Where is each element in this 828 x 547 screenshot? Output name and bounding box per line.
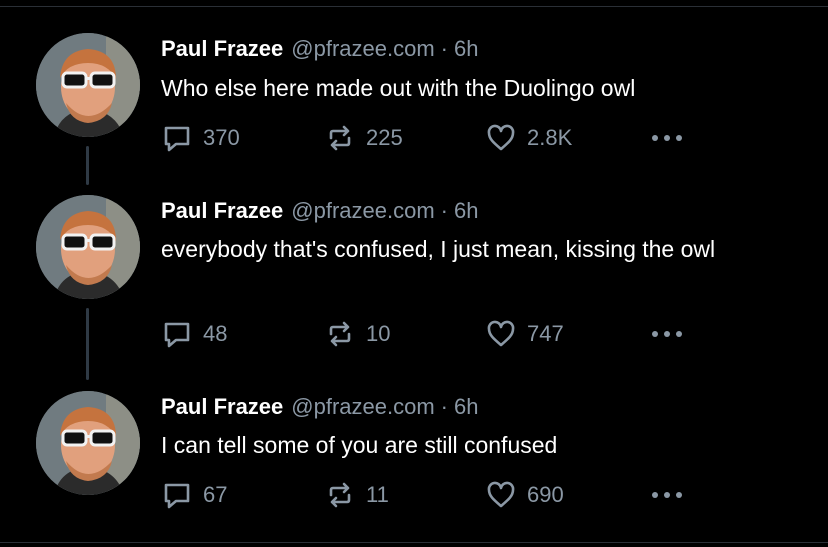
like-button[interactable]: 2.8K: [485, 122, 572, 154]
thread-line: [86, 308, 89, 380]
repost-icon: [329, 482, 351, 508]
thread-line: [86, 146, 89, 185]
heart-icon: [487, 481, 515, 508]
author-handle[interactable]: @pfrazee.com: [291, 36, 434, 61]
author-name[interactable]: Paul Frazee: [161, 394, 283, 419]
repost-count: 11: [366, 482, 389, 507]
reply-count: 67: [203, 482, 228, 507]
more-button[interactable]: [649, 479, 685, 511]
action-bar: 48 10 747: [161, 318, 721, 350]
repost-icon: [329, 321, 351, 347]
like-button[interactable]: 747: [485, 318, 564, 350]
reply-icon: [164, 483, 190, 509]
author-handle[interactable]: @pfrazee.com: [291, 198, 434, 223]
post-text: Who else here made out with the Duolingo…: [161, 75, 636, 101]
reply-count: 48: [203, 321, 228, 346]
post-time[interactable]: 6h: [454, 36, 478, 61]
like-count: 690: [527, 482, 564, 507]
repost-count: 225: [366, 125, 403, 150]
reply-count: 370: [203, 125, 240, 150]
avatar[interactable]: [36, 33, 140, 137]
more-button[interactable]: [649, 318, 685, 350]
post-text: everybody that's confused, I just mean, …: [161, 236, 716, 262]
like-count: 747: [527, 321, 564, 346]
reply-button[interactable]: 370: [161, 122, 240, 154]
repost-button[interactable]: 11: [324, 479, 389, 511]
repost-button[interactable]: 10: [324, 318, 390, 350]
separator-dot: ·: [440, 394, 448, 419]
author-name[interactable]: Paul Frazee: [161, 198, 283, 223]
author-handle[interactable]: @pfrazee.com: [291, 394, 434, 419]
more-icon: [652, 492, 682, 498]
post-text: I can tell some of you are still confuse…: [161, 432, 558, 458]
reply-button[interactable]: 67: [161, 479, 227, 511]
repost-button[interactable]: 225: [324, 122, 403, 154]
reply-icon: [164, 126, 190, 152]
repost-icon: [329, 125, 351, 151]
separator-dot: ·: [440, 36, 448, 61]
more-icon: [652, 135, 682, 141]
like-count: 2.8K: [527, 125, 573, 150]
repost-count: 10: [366, 321, 391, 346]
post-time[interactable]: 6h: [454, 394, 478, 419]
avatar[interactable]: [36, 195, 140, 299]
action-bar: 370 225 2.8K: [161, 122, 721, 154]
reply-icon: [164, 322, 190, 348]
post-time[interactable]: 6h: [454, 198, 478, 223]
more-button[interactable]: [649, 122, 685, 154]
action-bar: 67 11 690: [161, 479, 721, 511]
author-name[interactable]: Paul Frazee: [161, 36, 283, 61]
heart-icon: [487, 124, 515, 151]
heart-icon: [487, 320, 515, 347]
more-icon: [652, 331, 682, 337]
reply-button[interactable]: 48: [161, 318, 227, 350]
top-divider: [0, 6, 828, 7]
avatar[interactable]: [36, 391, 140, 495]
separator-dot: ·: [440, 198, 448, 223]
bottom-divider: [0, 542, 828, 543]
like-button[interactable]: 690: [485, 479, 564, 511]
